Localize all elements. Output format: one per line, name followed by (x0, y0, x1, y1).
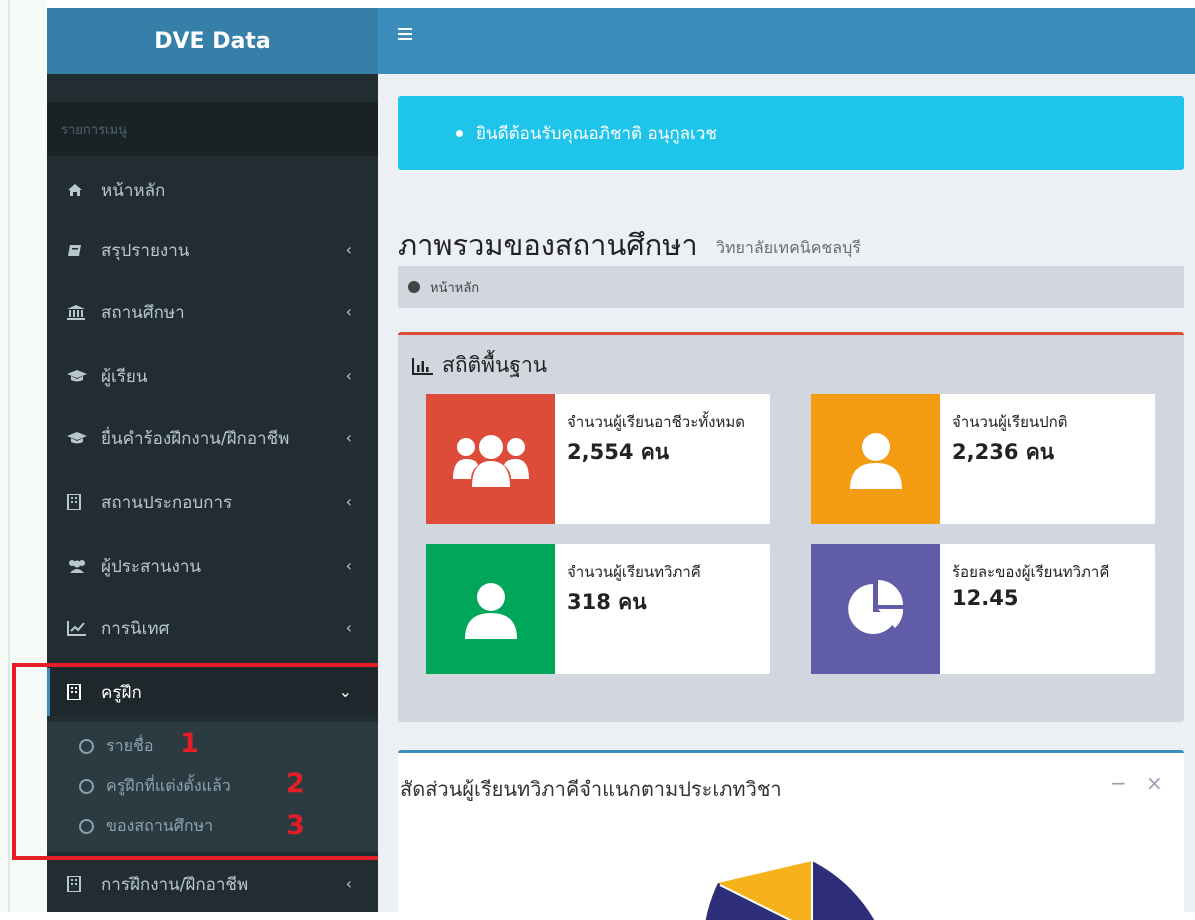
minimize-icon[interactable]: − (1110, 771, 1127, 795)
chevron-left-icon: ‹ (345, 556, 352, 575)
info-box-value: 2,236 คน (952, 440, 1055, 464)
sidebar-item-label: ผู้ประสานงาน (101, 556, 202, 577)
dual-students-by-field-chart-box: สัดส่วนผู้เรียนทวิภาคีจำแนกตามประเภทวิชา… (398, 750, 1184, 920)
chevron-left-icon: ‹ (345, 874, 352, 893)
info-box-value: 318 คน (567, 590, 647, 614)
info-box-label: จำนวนผู้เรียนอาชีวะทั้งหมด (567, 413, 745, 431)
stats-box: สถิติพื้นฐาน จำนวนผู้เรียนอาชีวะทั้งหมด … (398, 332, 1184, 722)
graduation-cap-icon (67, 367, 93, 385)
institution-icon (67, 303, 93, 321)
stats-title-text: สถิติพื้นฐาน (442, 353, 548, 377)
sidebar-item-label: ผู้เรียน (101, 366, 148, 387)
users-icon (426, 394, 555, 524)
sidebar-item-internship-request[interactable]: ยื่นคำร้องฝึกงาน/ฝึกอาชีพ ‹ (47, 414, 378, 462)
sidebar-item-coordinators[interactable]: ผู้ประสานงาน ‹ (47, 542, 378, 590)
sidebar-item-establishments[interactable]: สถานประกอบการ ‹ (47, 478, 378, 526)
chevron-left-icon: ‹ (345, 240, 352, 259)
close-icon[interactable]: × (1146, 771, 1163, 795)
annotation-number-2: 2 (286, 768, 305, 799)
pie-chart-icon (811, 544, 940, 674)
chevron-left-icon: ‹ (345, 302, 352, 321)
chevron-left-icon: ‹ (345, 618, 352, 637)
pie-chart-preview (705, 861, 875, 920)
building-icon (67, 875, 93, 893)
sidebar-item-label: การฝึกงาน/ฝึกอาชีพ (101, 874, 249, 895)
app-logo[interactable]: DVE Data (47, 8, 378, 74)
welcome-callout: ยินดีต้อนรับคุณอภิชาติ อนุกูลเวช (398, 96, 1184, 170)
home-icon (67, 181, 93, 199)
sidebar-item-label: การนิเทศ (101, 618, 170, 639)
main-content: ยินดีต้อนรับคุณอภิชาติ อนุกูลเวช ภาพรวมข… (378, 74, 1195, 920)
sidebar-item-home[interactable]: หน้าหลัก (47, 166, 378, 214)
sidebar-item-report-summary[interactable]: สรุปรายงาน ‹ (47, 226, 378, 274)
breadcrumb-home[interactable]: หน้าหลัก (430, 277, 479, 298)
chevron-left-icon: ‹ (345, 428, 352, 447)
sidebar-item-label: ยื่นคำร้องฝึกงาน/ฝึกอาชีพ (101, 428, 290, 449)
sidebar-item-internship[interactable]: การฝึกงาน/ฝึกอาชีพ ‹ (47, 860, 378, 908)
pie-slice-navy (812, 861, 875, 920)
info-box-value: 12.45 (952, 586, 1019, 610)
welcome-text: ยินดีต้อนรับคุณอภิชาติ อนุกูลเวช (476, 123, 717, 144)
annotation-number-1: 1 (180, 728, 199, 759)
hamburger-menu-icon[interactable] (398, 28, 412, 40)
info-box-dual-students: จำนวนผู้เรียนทวิภาคี 318 คน (426, 544, 770, 674)
info-box-label: จำนวนผู้เรียนปกติ (952, 413, 1068, 431)
line-chart-icon (67, 619, 93, 637)
outer-guideline (8, 0, 10, 912)
sidebar-item-label: สถานศึกษา (101, 302, 185, 323)
book-icon (67, 241, 93, 259)
chart-box-title: สัดส่วนผู้เรียนทวิภาคีจำแนกตามประเภทวิชา (400, 777, 782, 801)
users-icon (67, 557, 93, 575)
info-box-label: ร้อยละของผู้เรียนทวิภาคี (952, 563, 1110, 581)
user-icon (811, 394, 940, 524)
info-box-value: 2,554 คน (567, 440, 670, 464)
info-box-regular-students: จำนวนผู้เรียนปกติ 2,236 คน (811, 394, 1155, 524)
stats-box-title: สถิติพื้นฐาน (412, 349, 547, 382)
annotation-highlight-frame (12, 663, 396, 860)
annotation-number-3: 3 (286, 810, 305, 841)
graduation-cap-icon (67, 429, 93, 447)
breadcrumb: หน้าหลัก (398, 266, 1184, 308)
info-box-label: จำนวนผู้เรียนทวิภาคี (567, 563, 701, 581)
top-navbar (378, 8, 1195, 74)
sidebar-item-institution[interactable]: สถานศึกษา ‹ (47, 288, 378, 336)
menu-header: รายการเมนู (47, 102, 378, 156)
building-icon (67, 493, 93, 511)
bar-chart-icon (412, 357, 433, 375)
sidebar-item-label: สรุปรายงาน (101, 240, 190, 261)
info-box-total-students: จำนวนผู้เรียนอาชีวะทั้งหมด 2,554 คน (426, 394, 770, 524)
bullet-icon (456, 130, 463, 137)
sidebar-item-supervision[interactable]: การนิเทศ ‹ (47, 604, 378, 652)
sidebar-item-students[interactable]: ผู้เรียน ‹ (47, 352, 378, 400)
page-title: ภาพรวมของสถานศึกษา (398, 228, 698, 262)
sidebar-item-label: สถานประกอบการ (101, 492, 233, 513)
chevron-left-icon: ‹ (345, 366, 352, 385)
chevron-left-icon: ‹ (345, 492, 352, 511)
dashboard-icon (408, 281, 420, 293)
user-icon (426, 544, 555, 674)
page-subtitle: วิทยาลัยเทคนิคชลบุรี (716, 238, 861, 257)
sidebar-item-label: หน้าหลัก (101, 180, 166, 201)
info-box-dual-percentage: ร้อยละของผู้เรียนทวิภาคี 12.45 (811, 544, 1155, 674)
